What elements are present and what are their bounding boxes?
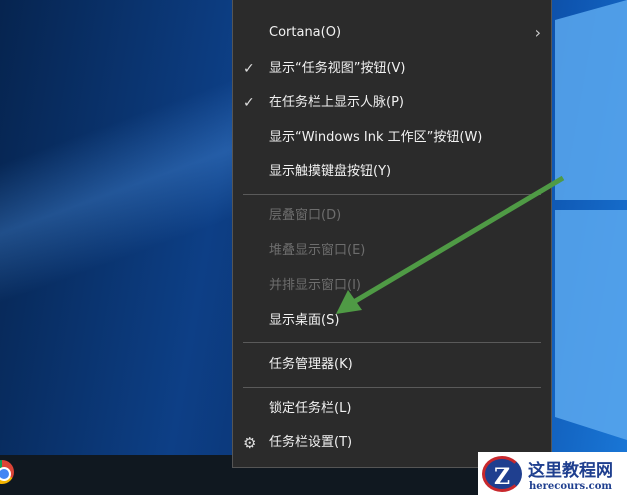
arrow-shaft [350,175,565,306]
watermark-logo: Z [482,455,522,492]
annotation-arrow [336,175,565,314]
watermark-url: herecours.com [528,480,612,492]
watermark-title: 这里教程网 [528,460,613,481]
watermark: Z 这里教程网 herecours.com [478,452,627,495]
